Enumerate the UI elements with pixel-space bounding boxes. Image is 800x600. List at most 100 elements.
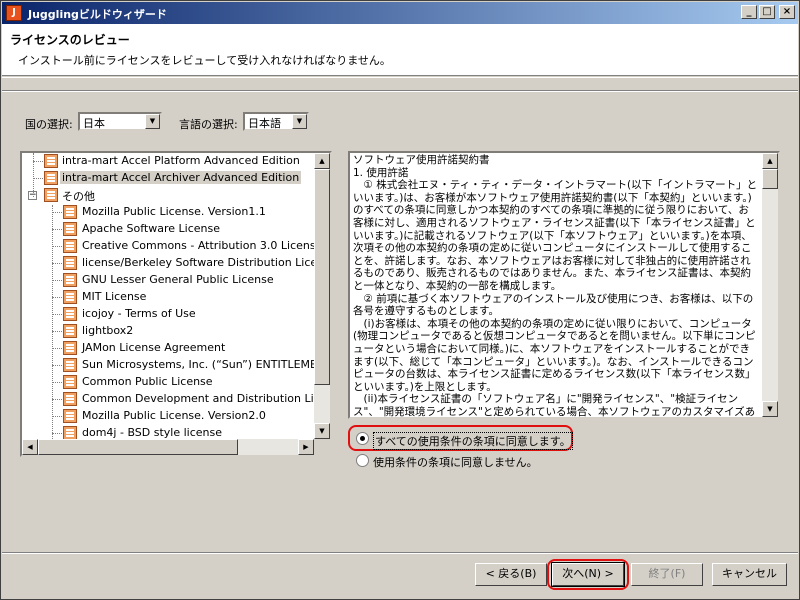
tree-item[interactable]: intra-mart Accel Platform Advanced Editi… (22, 153, 314, 170)
page-header: ライセンスのレビュー インストール前にライセンスをレビューして受け入れなければな… (2, 24, 798, 76)
tree-item-label: license/Berkeley Software Distribution L… (82, 256, 332, 269)
country-label: 国の選択: (25, 118, 73, 131)
tree-item-label: MIT License (82, 290, 147, 303)
next-button[interactable]: 次へ(N) > (551, 562, 625, 587)
license-tree[interactable]: intra-mart Accel Platform Advanced Editi… (20, 151, 332, 457)
tree-item-label: その他 (62, 190, 95, 203)
license-icon (63, 375, 77, 389)
back-button[interactable]: < 戻る(B) (475, 563, 547, 586)
close-button[interactable]: × (779, 5, 795, 19)
title-bar[interactable]: J Jugglingビルドウィザード _ □ × (2, 2, 798, 24)
tree-item[interactable]: MIT License (22, 289, 314, 306)
tree-item[interactable]: intra-mart Accel Archiver Advanced Editi… (22, 170, 314, 187)
finish-button[interactable]: 終了(F) (631, 563, 703, 586)
tree-connector (33, 178, 43, 179)
tree-item[interactable]: Common Development and Distribution Lice… (22, 391, 330, 408)
decline-radio[interactable] (356, 454, 369, 467)
license-icon (44, 171, 58, 185)
license-text-box[interactable]: ソフトウェア使用許諾契約書 1. 使用許諾 ① 株式会社エヌ・ティ・ティ・データ… (348, 151, 780, 419)
tree-item[interactable]: Mozilla Public License. Version2.0 (22, 408, 314, 425)
page-title: ライセンスのレビュー (10, 33, 130, 47)
app-icon: J (6, 5, 22, 21)
tree-vertical-scrollbar[interactable]: ▲ ▼ (314, 153, 330, 439)
tree-item[interactable]: license/Berkeley Software Distribution L… (22, 255, 330, 272)
tree-item-label: Creative Commons - Attribution 3.0 Licen… (82, 239, 323, 252)
license-icon (63, 290, 77, 304)
tree-connector (52, 314, 62, 315)
license-icon (63, 256, 77, 270)
tree-hscroll-thumb[interactable] (38, 439, 238, 455)
language-select[interactable]: 日本語 ▼ (243, 112, 309, 131)
tree-item[interactable]: Mozilla Public License. Version1.1 (22, 204, 314, 221)
license-icon (63, 358, 77, 372)
folder-icon (44, 188, 58, 202)
page-subtitle: インストール前にライセンスをレビューして受け入れなければなりません。 (18, 54, 391, 67)
tree-item-label: Mozilla Public License. Version1.1 (82, 205, 266, 218)
tree-item-label: intra-mart Accel Platform Advanced Editi… (62, 154, 300, 167)
tree-item-label: lightbox2 (82, 324, 134, 337)
tree-connector (33, 153, 34, 197)
tree-connector (52, 399, 62, 400)
tree-scroll-thumb[interactable] (314, 169, 330, 385)
tree-connector (33, 161, 43, 162)
tree-item[interactable]: Sun Microsystems, Inc. (“Sun”) ENTITLEME… (22, 357, 330, 374)
decline-label[interactable]: 使用条件の条項に同意しません。 (373, 454, 538, 470)
license-vertical-scrollbar[interactable]: ▲ ▼ (762, 153, 778, 417)
scroll-down-button[interactable]: ▼ (314, 423, 330, 439)
tree-item-label: Sun Microsystems, Inc. (“Sun”) ENTITLEME… (82, 358, 332, 371)
scroll-up-button[interactable]: ▲ (314, 153, 330, 169)
tree-connector (52, 416, 62, 417)
tree-item[interactable]: Creative Commons - Attribution 3.0 Licen… (22, 238, 322, 255)
license-icon (44, 154, 58, 168)
chevron-down-icon[interactable]: ▼ (145, 114, 160, 129)
scroll-corner (314, 439, 330, 455)
tree-item[interactable]: GNU Lesser General Public License (22, 272, 314, 289)
tree-connector (52, 263, 62, 264)
wizard-window: J Jugglingビルドウィザード _ □ × ライセンスのレビュー インスト… (0, 0, 800, 600)
license-text: ソフトウェア使用許諾契約書 1. 使用許諾 ① 株式会社エヌ・ティ・ティ・データ… (353, 154, 758, 418)
tree-connector (52, 205, 53, 439)
header-divider (2, 77, 798, 78)
footer-divider-highlight (2, 553, 798, 554)
license-icon (63, 239, 77, 253)
license-icon (63, 341, 77, 355)
tree-item[interactable]: JAMon License Agreement (22, 340, 314, 357)
maximize-button[interactable]: □ (759, 5, 775, 19)
tree-item[interactable]: lightbox2 (22, 323, 314, 340)
tree-item-label: JAMon License Agreement (82, 341, 226, 354)
section-divider-highlight (2, 91, 798, 92)
accept-radio[interactable] (356, 432, 369, 445)
scroll-right-button[interactable]: ▶ (298, 439, 314, 455)
accept-label[interactable]: すべての使用条件の条項に同意します。 (373, 432, 573, 450)
tree-item-label: Apache Software License (82, 222, 220, 235)
license-icon (63, 409, 77, 423)
license-icon (63, 205, 77, 219)
license-icon (63, 307, 77, 321)
tree-horizontal-scrollbar[interactable]: ◀ ▶ (22, 439, 314, 455)
tree-item-label: Common Public License (82, 375, 213, 388)
tree-item[interactable]: icojoy - Terms of Use (22, 306, 314, 323)
tree-connector (52, 212, 62, 213)
tree-connector (52, 348, 62, 349)
tree-item[interactable]: Common Public License (22, 374, 314, 391)
tree-connector (52, 382, 62, 383)
scroll-up-button[interactable]: ▲ (762, 153, 778, 169)
license-icon (63, 324, 77, 338)
window-controls: _ □ × (741, 5, 795, 19)
tree-connector (52, 280, 62, 281)
minimize-button[interactable]: _ (741, 5, 757, 19)
license-icon (63, 273, 77, 287)
tree-item[interactable]: Apache Software License (22, 221, 314, 238)
scroll-left-button[interactable]: ◀ (22, 439, 38, 455)
cancel-button[interactable]: キャンセル (712, 563, 787, 586)
tree-connector (52, 229, 62, 230)
tree-item-label: icojoy - Terms of Use (82, 307, 196, 320)
country-select[interactable]: 日本 ▼ (78, 112, 162, 131)
tree-item[interactable]: − その他 (22, 187, 314, 204)
chevron-down-icon[interactable]: ▼ (292, 114, 307, 129)
tree-item-label: Common Development and Distribution Lice… (82, 392, 332, 405)
license-scroll-thumb[interactable] (762, 169, 778, 189)
scroll-down-button[interactable]: ▼ (762, 401, 778, 417)
tree-item-label: intra-mart Accel Archiver Advanced Editi… (60, 171, 302, 184)
tree-connector (52, 331, 62, 332)
